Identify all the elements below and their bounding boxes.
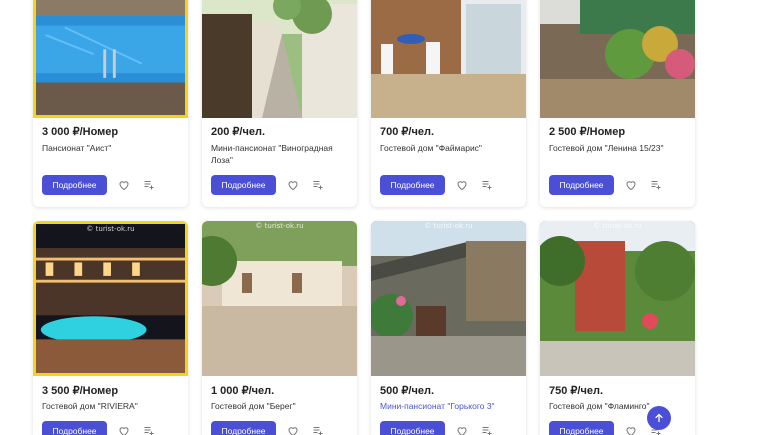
listing-actions: Подробнее bbox=[549, 421, 664, 435]
listing-card[interactable]: © turist-ok.ru 500 ₽/чел. Мини-пансионат… bbox=[371, 221, 526, 435]
listing-photo[interactable] bbox=[33, 0, 188, 118]
listing-name[interactable]: Мини-пансионат "Горького 3" bbox=[380, 400, 520, 412]
details-button[interactable]: Подробнее bbox=[549, 175, 614, 195]
listing-name: Пансионат "Аист" bbox=[42, 143, 112, 153]
details-button[interactable]: Подробнее bbox=[549, 421, 614, 435]
listing-actions: Подробнее bbox=[211, 421, 326, 435]
listing-actions: Подробнее bbox=[42, 175, 157, 195]
listing-name: Гостевой дом "Берег" bbox=[211, 401, 296, 411]
listing-name: Гостевой дом "RIVIERA" bbox=[42, 401, 138, 411]
listing-photo[interactable] bbox=[202, 0, 357, 118]
heart-outline-icon[interactable] bbox=[454, 177, 470, 193]
listing-card[interactable]: 3 000 ₽/Номер Пансионат "Аист" Подробнее bbox=[33, 0, 188, 207]
list-plus-icon[interactable] bbox=[141, 177, 157, 193]
listing-price: 500 ₽/чел. bbox=[380, 385, 435, 397]
listing-card[interactable]: © turist-ok.ru 1 000 ₽/чел. Гостевой дом… bbox=[202, 221, 357, 435]
listing-photo[interactable]: © turist-ok.ru bbox=[540, 221, 695, 376]
listing-photo[interactable]: © turist-ok.ru bbox=[33, 221, 188, 376]
scroll-top-button[interactable] bbox=[647, 406, 671, 430]
listing-actions: Подробнее bbox=[549, 175, 664, 195]
heart-outline-icon[interactable] bbox=[285, 423, 301, 435]
details-button[interactable]: Подробнее bbox=[211, 421, 276, 435]
listing-photo[interactable]: © turist-ok.ru bbox=[202, 221, 357, 376]
listing-price: 3 000 ₽/Номер bbox=[42, 126, 119, 138]
details-button[interactable]: Подробнее bbox=[211, 175, 276, 195]
listing-card[interactable]: 2 500 ₽/Номер Гостевой дом "Ленина 15/23… bbox=[540, 0, 695, 207]
list-plus-icon[interactable] bbox=[648, 177, 664, 193]
listing-card[interactable]: © turist-ok.ru 3 500 ₽/Номер Гостевой до… bbox=[33, 221, 188, 435]
listing-price: 700 ₽/чел. bbox=[380, 126, 435, 138]
listing-price: 750 ₽/чел. bbox=[549, 385, 604, 397]
photo-watermark: © turist-ok.ru bbox=[593, 222, 642, 230]
heart-outline-icon[interactable] bbox=[285, 177, 301, 193]
heart-outline-icon[interactable] bbox=[116, 423, 132, 435]
list-plus-icon[interactable] bbox=[479, 423, 495, 435]
listing-name: Гостевой дом "Файмарис" bbox=[380, 143, 482, 153]
listing-price: 1 000 ₽/чел. bbox=[211, 385, 275, 397]
heart-outline-icon[interactable] bbox=[623, 177, 639, 193]
details-button[interactable]: Подробнее bbox=[380, 421, 445, 435]
listing-photo[interactable] bbox=[540, 0, 695, 118]
listing-price: 200 ₽/чел. bbox=[211, 126, 266, 138]
heart-outline-icon[interactable] bbox=[623, 423, 639, 435]
listing-name: Мини-пансионат "Виноградная Лоза" bbox=[211, 143, 333, 165]
listing-card[interactable]: © turist-ok.ru 750 ₽/чел. Гостевой дом "… bbox=[540, 221, 695, 435]
listing-actions: Подробнее bbox=[380, 421, 495, 435]
photo-watermark: © turist-ok.ru bbox=[255, 222, 304, 230]
list-plus-icon[interactable] bbox=[141, 423, 157, 435]
listing-name: Гостевой дом "Ленина 15/23" bbox=[549, 143, 664, 153]
list-plus-icon[interactable] bbox=[479, 177, 495, 193]
details-button[interactable]: Подробнее bbox=[42, 175, 107, 195]
details-button[interactable]: Подробнее bbox=[380, 175, 445, 195]
listing-card[interactable]: 700 ₽/чел. Гостевой дом "Файмарис" Подро… bbox=[371, 0, 526, 207]
heart-outline-icon[interactable] bbox=[116, 177, 132, 193]
listing-card[interactable]: 200 ₽/чел. Мини-пансионат "Виноградная Л… bbox=[202, 0, 357, 207]
listing-photo[interactable]: © turist-ok.ru bbox=[371, 221, 526, 376]
listing-actions: Подробнее bbox=[42, 421, 157, 435]
details-button[interactable]: Подробнее bbox=[42, 421, 107, 435]
list-plus-icon[interactable] bbox=[310, 423, 326, 435]
listing-price: 2 500 ₽/Номер bbox=[549, 126, 626, 138]
arrow-up-icon bbox=[653, 412, 665, 424]
heart-outline-icon[interactable] bbox=[454, 423, 470, 435]
listing-price: 3 500 ₽/Номер bbox=[42, 385, 119, 397]
listing-actions: Подробнее bbox=[380, 175, 495, 195]
photo-watermark: © turist-ok.ru bbox=[424, 222, 473, 230]
listing-actions: Подробнее bbox=[211, 175, 326, 195]
photo-watermark: © turist-ok.ru bbox=[86, 225, 135, 233]
listing-photo[interactable] bbox=[371, 0, 526, 118]
list-plus-icon[interactable] bbox=[310, 177, 326, 193]
